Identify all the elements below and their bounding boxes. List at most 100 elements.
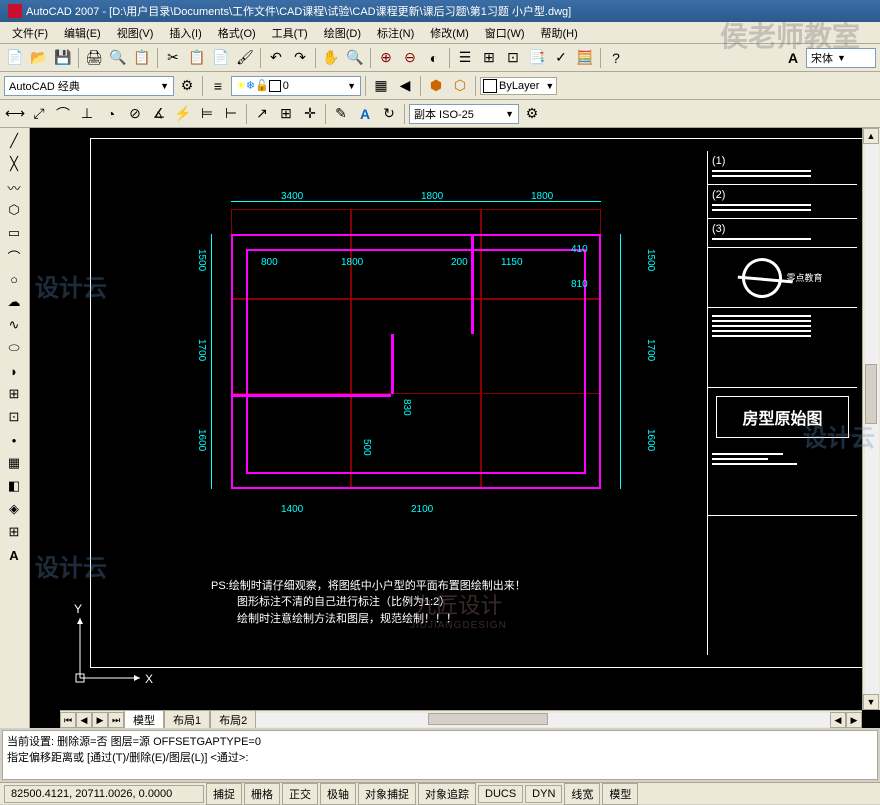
color-control[interactable]: ByLayer ▼: [480, 77, 557, 95]
dim-aligned-icon[interactable]: ⤢: [28, 103, 50, 125]
menu-format[interactable]: 格式(O): [210, 23, 264, 43]
zoom-window-icon[interactable]: ⊖: [399, 47, 421, 69]
menu-modify[interactable]: 修改(M): [422, 23, 477, 43]
match-icon[interactable]: 🖌: [234, 47, 256, 69]
point-icon[interactable]: •: [2, 429, 26, 451]
zoom-prev-icon[interactable]: ◐: [423, 47, 445, 69]
menu-tools[interactable]: 工具(T): [264, 23, 316, 43]
status-grid[interactable]: 栅格: [244, 783, 280, 805]
layerstate-icon[interactable]: ▦: [370, 75, 392, 97]
pline-icon[interactable]: 〰: [2, 176, 26, 198]
redo-icon[interactable]: ↷: [289, 47, 311, 69]
layerprev-icon[interactable]: ◀: [394, 75, 416, 97]
status-polar[interactable]: 极轴: [320, 783, 356, 805]
tab-first-icon[interactable]: ⏮: [60, 712, 76, 728]
drawing-canvas[interactable]: (1) (2) (3) 零点教育: [30, 128, 880, 728]
properties-icon[interactable]: ☰: [454, 47, 476, 69]
dim-angular-icon[interactable]: ∡: [148, 103, 170, 125]
tab-model[interactable]: 模型: [124, 710, 164, 729]
block-icon[interactable]: ⬢: [425, 75, 447, 97]
xline-icon[interactable]: ╳: [2, 153, 26, 175]
region-icon[interactable]: ◈: [2, 498, 26, 520]
polygon-icon[interactable]: ⬡: [2, 199, 26, 221]
makeblock-icon[interactable]: ⊡: [2, 406, 26, 428]
insertblock-icon[interactable]: ⊞: [2, 383, 26, 405]
hatch-icon[interactable]: ▦: [2, 452, 26, 474]
dim-ordinate-icon[interactable]: ⊥: [76, 103, 98, 125]
dim-continue-icon[interactable]: ⊢: [220, 103, 242, 125]
tab-layout2[interactable]: 布局2: [210, 710, 256, 729]
dim-radius-icon[interactable]: ◔: [100, 103, 122, 125]
dimstyle-manager-icon[interactable]: ⚙: [521, 103, 543, 125]
arial-a-icon[interactable]: A: [782, 47, 804, 69]
status-otrack[interactable]: 对象追踪: [418, 783, 476, 805]
save-icon[interactable]: 💾: [52, 47, 74, 69]
print-icon[interactable]: 🖨: [83, 47, 105, 69]
revcloud-icon[interactable]: ☁: [2, 291, 26, 313]
dim-linear-icon[interactable]: ⟷: [4, 103, 26, 125]
menu-draw[interactable]: 绘图(D): [316, 23, 369, 43]
scroll-down-icon[interactable]: ▼: [863, 694, 879, 710]
sheetset-icon[interactable]: 📑: [526, 47, 548, 69]
publish-icon[interactable]: 📋: [131, 47, 153, 69]
designcenter-icon[interactable]: ⊞: [478, 47, 500, 69]
line-icon[interactable]: ╱: [2, 130, 26, 152]
status-lwt[interactable]: 线宽: [564, 783, 600, 805]
spline-icon[interactable]: ∿: [2, 314, 26, 336]
zoom-icon[interactable]: 🔍: [344, 47, 366, 69]
cut-icon[interactable]: ✂: [162, 47, 184, 69]
vertical-scrollbar[interactable]: ▲ ▼: [862, 128, 880, 710]
ellipsearc-icon[interactable]: ◗: [2, 360, 26, 382]
zoom-realtime-icon[interactable]: ⊕: [375, 47, 397, 69]
dim-center-icon[interactable]: ✛: [299, 103, 321, 125]
paste-icon[interactable]: 📄: [210, 47, 232, 69]
dim-arc-icon[interactable]: ⌒: [52, 103, 74, 125]
dim-tedit-icon[interactable]: A: [354, 103, 376, 125]
scroll-right-icon[interactable]: ▶: [846, 712, 862, 728]
layer-combo[interactable]: ☀❄🔓 0▼: [231, 76, 361, 96]
workspace-settings-icon[interactable]: ⚙: [176, 75, 198, 97]
arc-icon[interactable]: ⌒: [2, 245, 26, 267]
dim-quick-icon[interactable]: ⚡: [172, 103, 194, 125]
tab-next-icon[interactable]: ▶: [92, 712, 108, 728]
table-icon[interactable]: ⊞: [2, 521, 26, 543]
toolpalette-icon[interactable]: ⊡: [502, 47, 524, 69]
menu-file[interactable]: 文件(F): [4, 23, 56, 43]
menu-view[interactable]: 视图(V): [109, 23, 162, 43]
scroll-left-icon[interactable]: ◀: [830, 712, 846, 728]
mtext-icon[interactable]: A: [2, 544, 26, 566]
gradient-icon[interactable]: ◧: [2, 475, 26, 497]
dim-update-icon[interactable]: ↻: [378, 103, 400, 125]
tab-prev-icon[interactable]: ◀: [76, 712, 92, 728]
dim-leader-icon[interactable]: ↗: [251, 103, 273, 125]
ellipse-icon[interactable]: ⬭: [2, 337, 26, 359]
menu-window[interactable]: 窗口(W): [477, 23, 533, 43]
pan-icon[interactable]: ✋: [320, 47, 342, 69]
open-icon[interactable]: 📂: [28, 47, 50, 69]
rectangle-icon[interactable]: ▭: [2, 222, 26, 244]
menu-dim[interactable]: 标注(N): [369, 23, 422, 43]
font-combo[interactable]: 宋体▼: [806, 48, 876, 68]
status-osnap[interactable]: 对象捕捉: [358, 783, 416, 805]
scroll-up-icon[interactable]: ▲: [863, 128, 879, 144]
workspace-combo[interactable]: AutoCAD 经典▼: [4, 76, 174, 96]
tab-layout1[interactable]: 布局1: [164, 710, 210, 729]
menu-help[interactable]: 帮助(H): [533, 23, 586, 43]
xref-icon[interactable]: ⬡: [449, 75, 471, 97]
new-icon[interactable]: 📄: [4, 47, 26, 69]
layer-manager-icon[interactable]: ≡: [207, 75, 229, 97]
tab-last-icon[interactable]: ⏭: [108, 712, 124, 728]
copy-icon[interactable]: 📋: [186, 47, 208, 69]
markup-icon[interactable]: ✓: [550, 47, 572, 69]
status-model[interactable]: 模型: [602, 783, 638, 805]
dim-diameter-icon[interactable]: ⊘: [124, 103, 146, 125]
undo-icon[interactable]: ↶: [265, 47, 287, 69]
menu-insert[interactable]: 插入(I): [161, 23, 209, 43]
dim-tolerance-icon[interactable]: ⊞: [275, 103, 297, 125]
command-line[interactable]: 当前设置: 删除源=否 图层=源 OFFSETGAPTYPE=0 指定偏移距离或…: [2, 730, 878, 780]
dim-edit-icon[interactable]: ✎: [330, 103, 352, 125]
help-icon[interactable]: ?: [605, 47, 627, 69]
status-snap[interactable]: 捕捉: [206, 783, 242, 805]
dim-baseline-icon[interactable]: ⊨: [196, 103, 218, 125]
circle-icon[interactable]: ○: [2, 268, 26, 290]
